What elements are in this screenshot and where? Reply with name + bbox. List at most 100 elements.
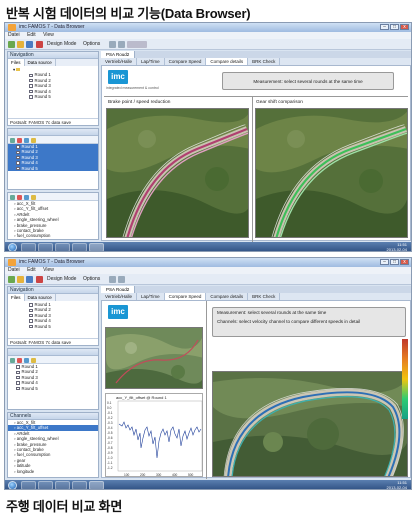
list-item[interactable]: Round 5 — [8, 386, 98, 391]
maximize-button[interactable]: □ — [390, 259, 399, 265]
taskbar-famos-icon[interactable] — [89, 243, 104, 251]
taskbar-media-icon[interactable] — [55, 481, 70, 489]
tab-compare-speed[interactable]: Compare Speed — [164, 293, 207, 300]
tool-icon[interactable] — [118, 276, 125, 283]
menu-datei[interactable]: Datei — [8, 32, 20, 38]
y-tick: -0.7 — [107, 441, 113, 445]
panel-tabs: Files Data source — [8, 294, 98, 301]
list-item[interactable]: Round 5 — [10, 324, 98, 329]
taskbar-app-icon[interactable] — [72, 481, 87, 489]
add-icon[interactable] — [10, 137, 15, 143]
close-button[interactable]: x — [400, 259, 409, 265]
taskbar-ie-icon[interactable] — [21, 481, 36, 489]
taskbar: 11:51 2013-02-04 — [5, 242, 411, 251]
tab-files[interactable]: Files — [8, 294, 25, 301]
navigation-panel-title: Navigation — [8, 52, 98, 59]
y-tick: -0.3 — [107, 421, 113, 425]
refresh-icon[interactable] — [24, 194, 29, 200]
minimize-button[interactable]: – — [380, 24, 389, 30]
channel-item[interactable]: ▫ fuel_consumption — [8, 233, 98, 238]
view-left-title: Brake point / speed reduction — [108, 100, 171, 105]
aerial-map-speed[interactable] — [212, 371, 408, 477]
view-tabs: Vertrieb/Halle Lap/Time Compare Speed Compa… — [101, 58, 411, 65]
tab-vertrieb[interactable]: Vertrieb/Halle — [101, 58, 138, 65]
y-tick: -0.6 — [107, 436, 113, 440]
folder-icon[interactable] — [31, 137, 36, 143]
taskbar-ie-icon[interactable] — [21, 243, 36, 251]
folder-icon[interactable] — [31, 357, 36, 363]
tab-compare-details[interactable]: Compare details — [206, 58, 249, 65]
tool-icon[interactable] — [109, 41, 116, 48]
new-icon[interactable] — [8, 41, 15, 48]
app-icon — [8, 259, 16, 266]
menu-view[interactable]: View — [43, 267, 54, 273]
refresh-icon[interactable] — [24, 357, 29, 363]
tool-icon[interactable] — [118, 41, 125, 48]
info-message: Measurement: select several rounds at th… — [222, 72, 394, 90]
list-item[interactable]: Round 5 — [8, 165, 98, 171]
menu-edit[interactable]: Edit — [27, 267, 36, 273]
remove-icon[interactable] — [17, 194, 22, 200]
navigation-panel: Navigation Files Data source ▾ Round 1 Ro… — [7, 51, 99, 126]
start-button[interactable] — [8, 481, 17, 489]
aerial-map-brake[interactable] — [106, 108, 249, 238]
minimize-button[interactable]: – — [380, 259, 389, 265]
list-item[interactable]: Round 5 — [10, 94, 98, 99]
design-mode-button[interactable]: Design Mode — [47, 39, 76, 50]
taskbar-explorer-icon[interactable] — [38, 481, 53, 489]
aerial-map-gear[interactable] — [255, 108, 408, 238]
folder-icon[interactable] — [31, 194, 36, 200]
path-field[interactable]: Postsalt: FAMOS 7c data save — [8, 338, 98, 345]
tab-laptime[interactable]: Lap/Time — [137, 58, 165, 65]
taskbar-media-icon[interactable] — [55, 243, 70, 251]
doc-tab[interactable]: PSA Roud2 — [101, 51, 136, 58]
channels-panel-title: Channels — [8, 413, 98, 420]
app-icon — [8, 24, 16, 31]
refresh-icon[interactable] — [24, 137, 29, 143]
doc-tab[interactable]: PSA Roud2 — [101, 286, 136, 293]
save-icon[interactable] — [26, 276, 33, 283]
record-icon[interactable] — [36, 41, 43, 48]
start-button[interactable] — [8, 243, 17, 251]
terrain-map[interactable] — [105, 327, 203, 389]
add-icon[interactable] — [10, 194, 15, 200]
signal-plot[interactable]: acc_Y_filt_offset @ Round 1 0.1 0.0 -0.1… — [105, 393, 203, 477]
remove-icon[interactable] — [17, 137, 22, 143]
new-icon[interactable] — [8, 276, 15, 283]
open-icon[interactable] — [17, 276, 24, 283]
save-icon[interactable] — [26, 41, 33, 48]
close-button[interactable]: x — [400, 24, 409, 30]
menu-datei[interactable]: Datei — [8, 267, 20, 273]
tab-compare-details[interactable]: Compare details — [206, 293, 249, 300]
channel-item[interactable]: ▫ longitude — [8, 469, 98, 474]
add-icon[interactable] — [10, 357, 15, 363]
y-tick: -1.1 — [107, 461, 113, 465]
taskbar-app-icon[interactable] — [72, 243, 87, 251]
menu-edit[interactable]: Edit — [27, 32, 36, 38]
tab-data-source[interactable]: Data source — [25, 59, 56, 66]
zoom-field[interactable] — [127, 41, 147, 48]
tab-files[interactable]: Files — [8, 59, 25, 66]
menu-view[interactable]: View — [43, 32, 54, 38]
tab-brk-check[interactable]: BRK Check — [248, 58, 281, 65]
options-button[interactable]: Options — [83, 39, 100, 50]
tab-laptime[interactable]: Lap/Time — [137, 293, 165, 300]
tool-icon[interactable] — [109, 276, 116, 283]
design-mode-button[interactable]: Design Mode — [47, 274, 76, 285]
main-toolbar: Design Mode Options — [5, 274, 411, 285]
open-icon[interactable] — [17, 41, 24, 48]
path-field[interactable]: Postsalt: FAMOS 7c data save — [8, 118, 98, 125]
taskbar-famos-icon[interactable] — [89, 481, 104, 489]
remove-icon[interactable] — [17, 357, 22, 363]
document-page: imc integrated measurement & control Mea… — [101, 65, 411, 242]
tab-brk-check[interactable]: BRK Check — [248, 293, 281, 300]
document-page: imc acc_Y_filt_offset @ Round 1 0.1 0.0 … — [101, 300, 411, 479]
taskbar-explorer-icon[interactable] — [38, 243, 53, 251]
tab-compare-speed[interactable]: Compare Speed — [165, 58, 207, 65]
file-tree: Round 1 Round 2 Round 3 Round 4 Round 5 — [8, 301, 98, 329]
tab-vertrieb[interactable]: Vertrieb/Halle — [101, 293, 138, 300]
record-icon[interactable] — [36, 276, 43, 283]
options-button[interactable]: Options — [83, 274, 100, 285]
tab-data-source[interactable]: Data source — [25, 294, 56, 301]
maximize-button[interactable]: □ — [390, 24, 399, 30]
